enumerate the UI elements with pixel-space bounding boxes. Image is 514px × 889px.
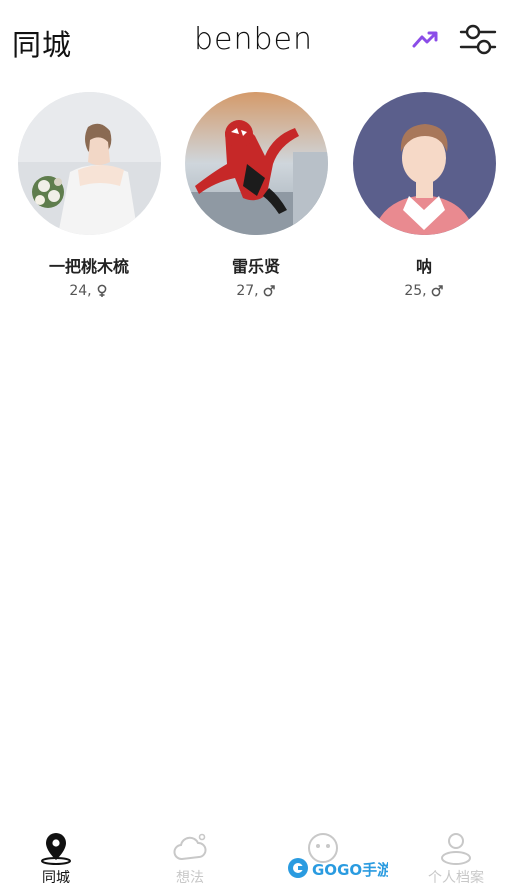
spiderman-photo (184, 92, 328, 235)
app-logo: benben (194, 22, 314, 57)
user-card[interactable]: 雷乐贤 27, (184, 92, 328, 299)
male-icon (263, 285, 275, 297)
bride-photo (17, 92, 161, 235)
female-icon (97, 284, 106, 297)
page-title: 同城 (12, 28, 73, 62)
tab-ideas[interactable]: 想法 (130, 826, 250, 887)
user-meta: 27, (184, 283, 328, 299)
tab-profile[interactable]: 个人档案 (396, 826, 514, 887)
user-name: 呐 (415, 257, 432, 276)
user-card[interactable]: 一把桃木梳 24, (17, 92, 161, 299)
tab-label: 同城 (42, 870, 70, 886)
avatar[interactable] (17, 92, 161, 235)
location-pin-icon (41, 833, 71, 865)
bottom-tab-bar: 同城 想法 个人档案 (0, 826, 514, 889)
male-icon (431, 285, 443, 297)
user-age: 24, (69, 283, 92, 299)
gogo-watermark-logo: GOGO手游网 (288, 858, 407, 879)
sliders-icon (459, 24, 497, 55)
user-age: 25, (404, 283, 427, 299)
user-list: 一把桃木梳 24, 雷乐贤 27, 呐 25, (0, 92, 514, 312)
user-name: 一把桃木梳 (48, 257, 129, 276)
avatar[interactable] (352, 92, 496, 235)
avatar[interactable] (184, 92, 328, 235)
site-watermark: GOGO手游网 (286, 855, 407, 883)
trending-up-icon (412, 31, 438, 48)
profile-icon (441, 833, 471, 865)
filter-button[interactable] (459, 22, 497, 58)
user-age: 27, (236, 283, 259, 299)
tab-nearby[interactable]: 同城 (0, 826, 116, 887)
top-bar: 同城 benben (0, 0, 514, 84)
trending-button[interactable] (410, 28, 440, 50)
user-meta: 25, (352, 283, 496, 299)
tab-label: 想法 (176, 870, 204, 886)
user-name: 雷乐贤 (231, 257, 280, 276)
tab-label: 个人档案 (428, 870, 484, 886)
user-meta: 24, (17, 283, 161, 299)
default-avatar-illustration (352, 92, 496, 235)
cloud-icon (173, 833, 207, 860)
watermark-text: GOGO手游网 (312, 861, 388, 879)
user-card[interactable]: 呐 25, (352, 92, 496, 299)
